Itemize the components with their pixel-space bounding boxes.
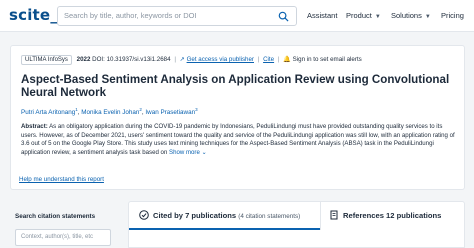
bell-icon: 🔔: [283, 56, 291, 63]
scite-logo[interactable]: scite_: [9, 6, 58, 24]
search-icon[interactable]: [278, 11, 289, 22]
author-name: Iwan Prasetiawan: [145, 109, 196, 117]
separator: |: [257, 56, 260, 63]
author-list: Putri Arta Aritonang1, Monika Evelin Joh…: [21, 107, 198, 116]
check-circle-icon: [139, 210, 149, 220]
document-icon: [330, 210, 338, 220]
publisher-badge: ULTIMA InfoSys: [21, 55, 72, 65]
search-bar[interactable]: Search by title, author, keywords or DOI: [57, 6, 297, 26]
tab-cited-by-label: Cited by 7 publications: [153, 211, 237, 220]
abstract-label: Abstract:: [21, 123, 48, 130]
paper-meta: ULTIMA InfoSys 2022 DOI: 10.31937/si.v13…: [21, 55, 362, 65]
author-name: Putri Arta Aritonang: [21, 109, 76, 117]
separator: |: [277, 56, 280, 63]
author-name: Monika Evelin Johan: [81, 109, 140, 117]
tab-references-label: References 12 publications: [343, 211, 442, 220]
publication-year: 2022: [76, 56, 91, 63]
doi: DOI: 10.31937/si.v13i1.2684: [92, 56, 171, 63]
nav-solutions[interactable]: Solutions ▼: [391, 11, 431, 20]
citation-tabs: Cited by 7 publications (4 citation stat…: [128, 201, 465, 248]
citation-search-input[interactable]: Context, author(s), title, etc: [15, 229, 111, 246]
external-link-icon: ↗: [179, 56, 185, 63]
paper-card: ULTIMA InfoSys 2022 DOI: 10.31937/si.v13…: [10, 45, 465, 190]
paper-title: Aspect-Based Sentiment Analysis on Appli…: [21, 73, 450, 99]
chevron-down-icon: ⌄: [201, 148, 207, 156]
tab-cited-by[interactable]: Cited by 7 publications (4 citation stat…: [129, 202, 320, 230]
abstract-text: As an obligatory application during the …: [21, 123, 455, 156]
nav-pricing-label: Pricing: [441, 11, 464, 20]
top-navigation-bar: scite_ Search by title, author, keywords…: [0, 0, 474, 32]
author-affiliation: 3: [195, 107, 198, 112]
abstract: Abstract: As an obligatory application d…: [21, 123, 459, 157]
author-link[interactable]: Putri Arta Aritonang1: [21, 107, 78, 117]
nav-assistant[interactable]: Assistant: [307, 11, 337, 20]
search-input[interactable]: Search by title, author, keywords or DOI: [64, 11, 197, 20]
author-link[interactable]: Monika Evelin Johan2: [81, 107, 142, 117]
separator: |: [174, 56, 176, 63]
chevron-down-icon: ▼: [424, 14, 431, 20]
cite-link[interactable]: Cite: [263, 56, 274, 63]
nav-product-label: Product: [346, 11, 372, 20]
author-link[interactable]: Iwan Prasetiawan3: [145, 107, 198, 117]
show-more-label: Show more: [169, 148, 200, 156]
nav-pricing[interactable]: Pricing: [441, 11, 464, 20]
nav-product[interactable]: Product ▼: [346, 11, 381, 20]
access-publisher-link[interactable]: Get access via publisher: [187, 56, 254, 63]
nav-solutions-label: Solutions: [391, 11, 422, 20]
citation-search-panel: Search citation statements Context, auth…: [10, 205, 114, 248]
logo-text: scite: [9, 6, 51, 24]
chevron-down-icon: ▼: [374, 14, 381, 20]
tab-references[interactable]: References 12 publications: [320, 202, 466, 230]
citation-search-label: Search citation statements: [15, 213, 96, 220]
show-more-button[interactable]: Show more ⌄: [169, 149, 207, 156]
help-understand-report-link[interactable]: Help me understand this report: [19, 176, 104, 183]
citation-statements-count: (4 citation statements): [238, 213, 301, 220]
nav-assistant-label: Assistant: [307, 11, 338, 20]
citation-search-placeholder: Context, author(s), title, etc: [21, 234, 94, 240]
email-alerts-link[interactable]: Sign in to set email alerts: [293, 56, 362, 63]
